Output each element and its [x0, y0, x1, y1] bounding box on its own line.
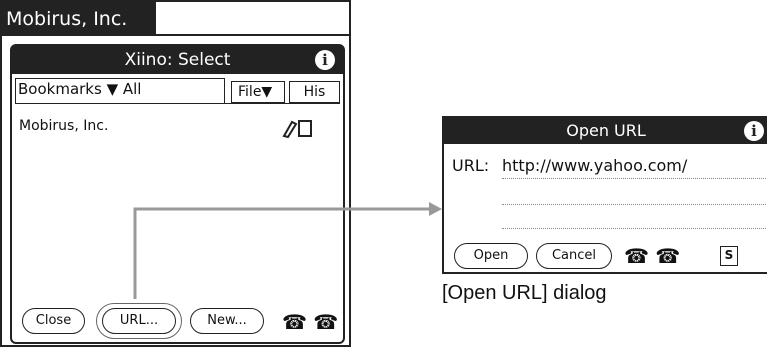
cancel-button[interactable]: Cancel	[536, 243, 612, 269]
url-label: URL:	[452, 156, 490, 175]
dialog-titlebar: Open URL i	[444, 118, 767, 144]
url-field-line	[502, 204, 766, 205]
url-field-line	[502, 228, 766, 229]
dialog-caption: [Open URL] dialog	[442, 282, 607, 304]
url-input[interactable]: http://www.yahoo.com/	[502, 156, 687, 175]
phone-icon[interactable]: ☎ ☎	[624, 244, 704, 268]
info-icon[interactable]: i	[744, 121, 764, 141]
open-button[interactable]: Open	[454, 243, 528, 269]
url-field-line	[502, 178, 766, 179]
dialog-title: Open URL	[566, 121, 646, 140]
shortcut-icon[interactable]: S	[720, 246, 738, 266]
open-url-dialog: Open URL i URL: http://www.yahoo.com/ Op…	[442, 116, 767, 274]
